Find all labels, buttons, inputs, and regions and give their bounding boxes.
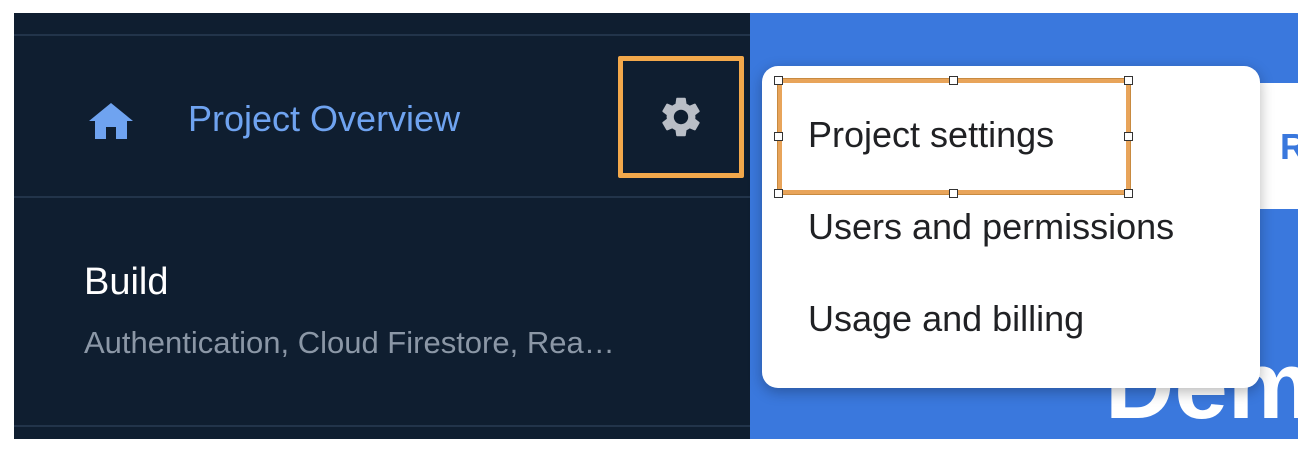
resize-handle [949,189,958,198]
resize-handle [774,132,783,141]
sidebar: Project Overview Build Authentication, C… [14,13,750,439]
settings-button[interactable] [618,56,744,178]
resize-handle [774,189,783,198]
build-section-title[interactable]: Build [84,261,169,304]
main-card-text: R [1280,126,1298,167]
resize-handle [949,76,958,85]
divider [14,196,750,198]
menu-item-users-and-permissions[interactable]: Users and permissions [808,206,1174,248]
divider [14,34,750,36]
resize-handle [1124,76,1133,85]
home-icon[interactable] [86,101,136,141]
build-section-subtitle: Authentication, Cloud Firestore, Rea… [84,325,615,360]
resize-handle [1124,189,1133,198]
menu-item-usage-and-billing[interactable]: Usage and billing [808,298,1084,340]
selection-highlight [777,78,1131,195]
divider [14,425,750,427]
resize-handle [1124,132,1133,141]
resize-handle [774,76,783,85]
project-overview-link[interactable]: Project Overview [188,98,460,140]
gear-icon[interactable] [657,93,705,141]
